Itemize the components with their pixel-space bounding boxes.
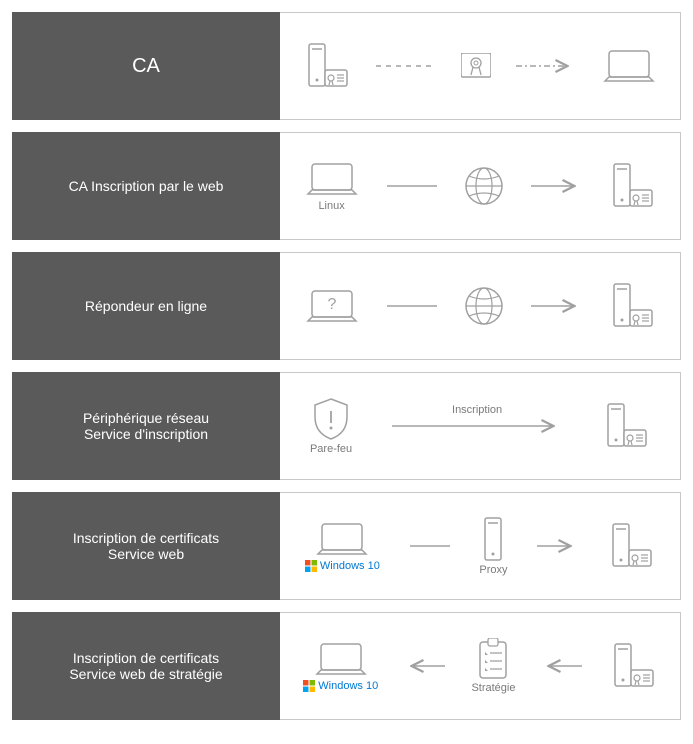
row-cep: Inscription de certificats Service web d… (12, 612, 681, 720)
row-ndes: Périphérique réseau Service d'inscriptio… (12, 372, 681, 480)
dashdot-arrow-icon (516, 58, 576, 74)
row-ca: CA (12, 12, 681, 120)
label-online-responder: Répondeur en ligne (12, 252, 280, 360)
label-ces: Inscription de certificats Service web (12, 492, 280, 600)
row-online-responder: Répondeur en ligne (12, 252, 681, 360)
laptop-linux-icon: Linux (304, 160, 360, 212)
label-ca: CA (12, 12, 280, 120)
label-text-2: Service web (108, 546, 184, 562)
windows-logo-icon (303, 680, 315, 692)
caption-windows10: Windows 10 (305, 560, 380, 572)
arrow-left-icon (542, 658, 582, 674)
server-cert-icon (608, 282, 656, 330)
shield-firewall-icon: Pare-feu (310, 397, 352, 455)
caption-windows10: Windows 10 (303, 680, 378, 692)
diagram-ca (280, 12, 681, 120)
dashed-line-icon (376, 60, 436, 72)
laptop-windows-icon: Windows 10 (303, 640, 378, 692)
caption-linux: Linux (318, 200, 344, 212)
row-ca-web: CA Inscription par le web Linux (12, 132, 681, 240)
diagram-ca-web: Linux (280, 132, 681, 240)
globe-icon (464, 166, 504, 206)
diagram-ndes: Pare-feu Inscription (280, 372, 681, 480)
label-text: CA Inscription par le web (69, 178, 224, 194)
line-icon (410, 540, 450, 552)
caption-strategy: Stratégie (471, 682, 515, 694)
diagram-cep: Windows 10 Stratégie (280, 612, 681, 720)
server-cert-icon (602, 402, 650, 450)
line-icon (387, 300, 437, 312)
label-text: CA (132, 55, 160, 78)
caption-windows10-text: Windows 10 (318, 680, 378, 692)
windows-logo-icon (305, 560, 317, 572)
globe-icon (464, 286, 504, 326)
label-ca-web: CA Inscription par le web (12, 132, 280, 240)
laptop-question-icon (304, 287, 360, 325)
label-text-2: Service web de stratégie (69, 666, 222, 682)
arrow-icon (531, 178, 581, 194)
arrow-left-icon (405, 658, 445, 674)
server-cert-icon (609, 642, 657, 690)
label-text-1: Périphérique réseau (83, 410, 209, 426)
server-cert-icon (303, 42, 351, 90)
certificate-badge-icon (461, 53, 491, 79)
clipboard-strategy-icon: Stratégie (471, 638, 515, 694)
laptop-icon (601, 47, 657, 85)
arrow-enrollment: Inscription (392, 418, 562, 434)
row-ces: Inscription de certificats Service web W… (12, 492, 681, 600)
arrow-icon (537, 538, 577, 554)
label-text-1: Inscription de certificats (73, 530, 219, 546)
server-proxy-icon: Proxy (479, 516, 507, 576)
laptop-windows-icon: Windows 10 (305, 520, 380, 572)
diagram-online-responder (280, 252, 681, 360)
label-text: Répondeur en ligne (85, 298, 207, 314)
line-icon (387, 180, 437, 192)
caption-windows10-text: Windows 10 (320, 560, 380, 572)
label-cep: Inscription de certificats Service web d… (12, 612, 280, 720)
caption-firewall: Pare-feu (310, 443, 352, 455)
caption-proxy: Proxy (479, 564, 507, 576)
server-cert-icon (607, 522, 655, 570)
arrow-icon (531, 298, 581, 314)
label-text-1: Inscription de certificats (73, 650, 219, 666)
diagram-ces: Windows 10 Proxy (280, 492, 681, 600)
label-ndes: Périphérique réseau Service d'inscriptio… (12, 372, 280, 480)
label-text-2: Service d'inscription (84, 426, 208, 442)
caption-enrollment: Inscription (452, 404, 502, 416)
server-cert-icon (608, 162, 656, 210)
